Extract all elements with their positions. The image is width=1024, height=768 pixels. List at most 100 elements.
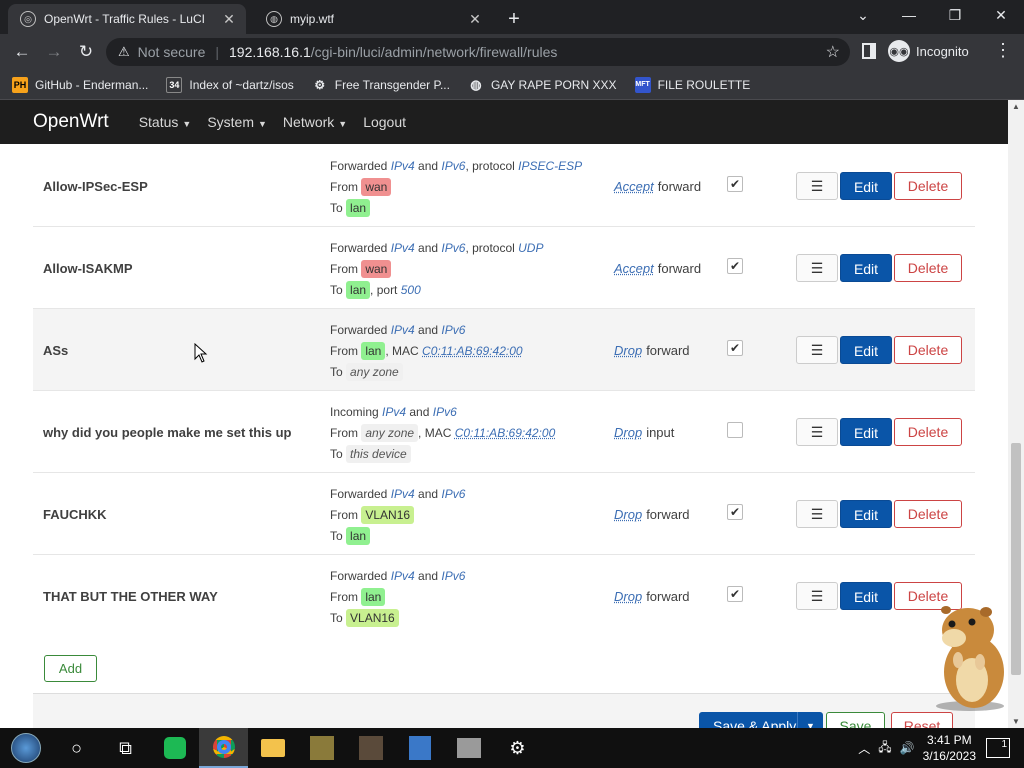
menu-label: Status xyxy=(138,114,179,130)
edit-button[interactable]: Edit xyxy=(840,418,892,446)
edit-button[interactable]: Edit xyxy=(840,172,892,200)
address-bar[interactable]: ⚠ Not secure | 192.168.16.1/cgi-bin/luci… xyxy=(106,38,850,66)
close-tab-icon[interactable]: ✕ xyxy=(220,10,238,28)
tab-title: OpenWrt - Traffic Rules - LuCI xyxy=(44,12,205,26)
bookmark-file-roulette[interactable]: MFT FILE ROULETTE xyxy=(634,76,750,93)
delete-button[interactable]: Delete xyxy=(894,336,962,364)
dropdown-caret-icon[interactable]: ▼ xyxy=(797,712,823,728)
reload-icon[interactable]: ↻ xyxy=(70,42,102,62)
side-panel-icon[interactable] xyxy=(862,43,876,59)
bookmark-github[interactable]: PH GitHub - Enderman... xyxy=(12,76,148,93)
enable-checkbox[interactable]: ✔ xyxy=(727,176,743,192)
family-ipv6: IPv6 xyxy=(441,323,466,337)
task-view-icon[interactable]: ⧉ xyxy=(101,728,150,768)
scrollbar-thumb[interactable] xyxy=(1011,443,1021,675)
action-chain: forward xyxy=(646,588,690,604)
kebab-menu-icon[interactable]: ⋮ xyxy=(994,40,1012,61)
tab-openwrt-rules[interactable]: ◎ OpenWrt - Traffic Rules - LuCI ✕ xyxy=(8,4,246,34)
add-rule-button[interactable]: Add xyxy=(44,655,97,682)
app-icon-4[interactable] xyxy=(444,728,493,768)
warning-triangle-icon[interactable]: ⚠ xyxy=(118,44,130,60)
table-row: ASs Forwarded IPv4 and IPv6 From lan, MA… xyxy=(33,309,975,391)
delete-button[interactable]: Delete xyxy=(894,254,962,282)
reset-button[interactable]: Reset xyxy=(891,712,953,728)
mac-address: C0:11:AB:69:42:00 xyxy=(454,426,556,440)
action-chain: input xyxy=(646,424,675,440)
enable-checkbox[interactable]: ✔ xyxy=(727,258,743,274)
search-circle-icon[interactable]: ○ xyxy=(52,728,101,768)
edit-button[interactable]: Edit xyxy=(840,500,892,528)
mouse-cursor-icon xyxy=(194,343,208,363)
new-tab-button[interactable]: + xyxy=(502,4,526,34)
app-icon-3[interactable] xyxy=(395,728,444,768)
page-scrollbar[interactable]: ▲ ▼ xyxy=(1008,100,1024,728)
delete-button[interactable]: Delete xyxy=(894,418,962,446)
bookmark-4[interactable]: ◍ GAY RAPE PORN XXX xyxy=(468,76,616,93)
security-label: Not secure xyxy=(137,44,206,60)
enable-checkbox[interactable]: ✔ xyxy=(727,504,743,520)
enable-checkbox[interactable] xyxy=(727,422,743,438)
volume-icon[interactable]: 🔊 xyxy=(900,741,915,755)
drag-handle-button[interactable]: ☰ xyxy=(796,582,838,610)
drag-handle-button[interactable]: ☰ xyxy=(796,254,838,282)
zone-badge: lan xyxy=(361,588,386,606)
zone-badge: any zone xyxy=(346,363,403,381)
bookmark-star-icon[interactable]: ☆ xyxy=(826,42,840,62)
menu-logout[interactable]: Logout xyxy=(363,114,406,130)
save-button[interactable]: Save xyxy=(826,712,885,728)
app-icon-2[interactable] xyxy=(346,728,395,768)
delete-button[interactable]: Delete xyxy=(894,172,962,200)
rule-name: why did you people make me set this up xyxy=(43,424,292,440)
gear-icon: ⚙ xyxy=(314,77,326,92)
scroll-down-icon[interactable]: ▼ xyxy=(1008,717,1024,726)
drag-handle-button[interactable]: ☰ xyxy=(796,336,838,364)
save-apply-button[interactable]: Save & Apply ▼ xyxy=(699,712,823,728)
rule-match: Forwarded IPv4 and IPv6 From lan, MAC C0… xyxy=(330,320,523,383)
scroll-up-icon[interactable]: ▲ xyxy=(1008,102,1024,111)
forward-arrow-icon[interactable]: → xyxy=(38,42,70,62)
drag-handle-button[interactable]: ☰ xyxy=(796,418,838,446)
edit-button[interactable]: Edit xyxy=(840,254,892,282)
settings-gear-icon[interactable]: ⚙ xyxy=(493,728,542,768)
spotify-like-app-icon[interactable] xyxy=(150,728,199,768)
incognito-indicator[interactable]: ◉◉ Incognito xyxy=(888,40,969,62)
divider: | xyxy=(215,44,219,60)
menu-network[interactable]: Network ▼ xyxy=(283,114,347,130)
network-icon[interactable]: 🖧 xyxy=(878,738,891,759)
to-label: To xyxy=(330,201,343,215)
to-label: To xyxy=(330,529,343,543)
close-tab-icon[interactable]: ✕ xyxy=(466,10,484,28)
clock[interactable]: 3:41 PM 3/16/2023 xyxy=(923,732,976,764)
brand-logo[interactable]: OpenWrt xyxy=(33,111,109,133)
bookmark-3[interactable]: ⚙ Free Transgender P... xyxy=(312,77,450,93)
tab-search-icon[interactable]: ⌄ xyxy=(840,0,886,30)
minimize-icon[interactable]: — xyxy=(886,0,932,30)
rule-match: Forwarded IPv4 and IPv6 From lan To VLAN… xyxy=(330,566,465,629)
screen: ◎ OpenWrt - Traffic Rules - LuCI ✕ ◍ myi… xyxy=(0,0,1024,768)
edit-button[interactable]: Edit xyxy=(840,336,892,364)
restore-icon[interactable]: ❐ xyxy=(932,0,978,30)
file-explorer-icon[interactable] xyxy=(248,728,297,768)
family-ipv4: IPv4 xyxy=(390,159,415,173)
start-button[interactable] xyxy=(0,728,52,768)
rule-action: Drop forward xyxy=(614,309,690,391)
close-window-icon[interactable]: ✕ xyxy=(978,0,1024,30)
globe-icon: ◍ xyxy=(470,76,482,92)
app-icon-1[interactable] xyxy=(297,728,346,768)
menu-status[interactable]: Status ▼ xyxy=(139,114,192,130)
back-arrow-icon[interactable]: ← xyxy=(6,42,38,62)
table-row: Allow-IPSec-ESP Forwarded IPv4 and IPv6,… xyxy=(33,145,975,227)
bookmark-isos[interactable]: 34 Index of ~dartz/isos xyxy=(166,76,294,93)
delete-button[interactable]: Delete xyxy=(894,500,962,528)
menu-system[interactable]: System ▼ xyxy=(207,114,267,130)
edit-button[interactable]: Edit xyxy=(840,582,892,610)
chrome-icon[interactable] xyxy=(199,728,248,768)
mft-icon: MFT xyxy=(634,76,651,93)
enable-checkbox[interactable]: ✔ xyxy=(727,340,743,356)
drag-handle-button[interactable]: ☰ xyxy=(796,172,838,200)
notification-center-icon[interactable]: 1 xyxy=(986,738,1010,758)
enable-checkbox[interactable]: ✔ xyxy=(727,586,743,602)
drag-handle-button[interactable]: ☰ xyxy=(796,500,838,528)
tab-myip[interactable]: ◍ myip.wtf ✕ xyxy=(254,4,492,34)
tray-chevron-icon[interactable]: ︿ xyxy=(858,740,870,757)
